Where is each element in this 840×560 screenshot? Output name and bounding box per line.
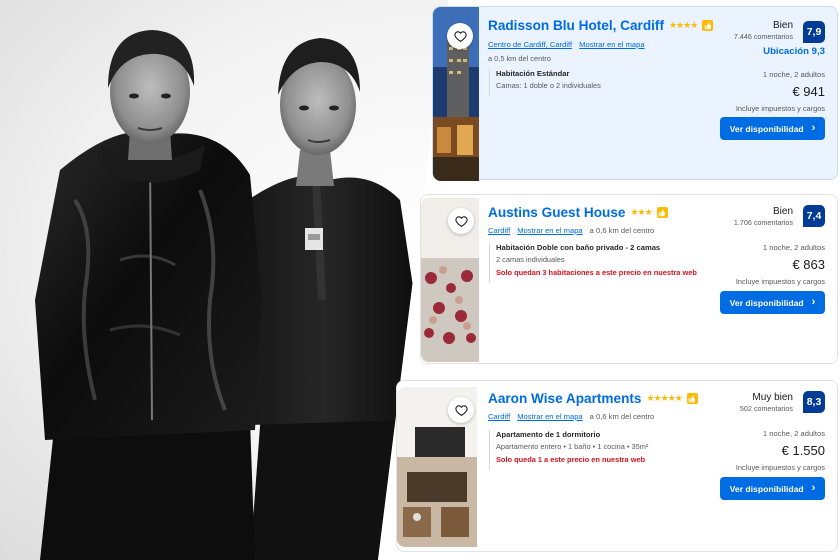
- review-summary[interactable]: Bien 1.706 comentarios: [734, 206, 793, 227]
- show-on-map-link[interactable]: Mostrar en el mapa: [517, 226, 582, 235]
- listing-card[interactable]: Radisson Blu Hotel, Cardiff ★★★★ Centro …: [432, 6, 838, 181]
- hotel-name-link[interactable]: Austins Guest House: [488, 205, 625, 220]
- room-block: Apartamento de 1 dormitorio Apartamento …: [489, 430, 648, 470]
- location-row: Cardiff Mostrar en el mapa a 0,6 km del …: [488, 412, 654, 421]
- price-block: 1 noche, 2 adultos € 941 Incluye impuest…: [736, 70, 825, 113]
- nights-guests: 1 noche, 2 adultos: [762, 243, 825, 252]
- favorite-button[interactable]: [447, 23, 473, 49]
- star-rating: ★★★★★: [646, 393, 682, 403]
- area-link[interactable]: Cardiff: [488, 412, 510, 421]
- heart-outline-icon: [453, 30, 467, 42]
- review-score-badge[interactable]: 7,9: [803, 21, 825, 43]
- review-count: 502 comentarios: [739, 404, 793, 413]
- star-rating: ★★★: [630, 207, 652, 217]
- price-block: 1 noche, 2 adultos € 1.550 Incluye impue…: [736, 429, 825, 472]
- review-word: Muy bien: [752, 392, 793, 403]
- hotel-photo[interactable]: [433, 7, 479, 181]
- area-link[interactable]: Centro de Cardiff, Cardiff: [488, 40, 572, 49]
- listing-card[interactable]: Austins Guest House ★★★ Cardiff Mostrar …: [420, 194, 838, 364]
- area-link[interactable]: Cardiff: [488, 226, 510, 235]
- room-beds: Camas: 1 doble o 2 individuales: [496, 81, 601, 90]
- scarcity-warning: Solo queda 1 a este precio en nuestra we…: [496, 455, 646, 464]
- review-word: Bien: [772, 20, 793, 31]
- favorite-button[interactable]: [448, 208, 474, 234]
- title-row: Radisson Blu Hotel, Cardiff ★★★★: [488, 18, 714, 33]
- thumbs-up-icon: [656, 207, 668, 218]
- review-score-badge[interactable]: 8,3: [803, 391, 825, 413]
- cta-label: Ver disponibilidad: [729, 297, 804, 308]
- see-availability-button[interactable]: Ver disponibilidad ›: [720, 477, 825, 500]
- heart-outline-icon: [454, 404, 468, 416]
- heart-outline-icon: [454, 215, 468, 227]
- price: € 1.550: [781, 443, 825, 458]
- review-summary[interactable]: Bien 7.446 comentarios: [734, 20, 793, 41]
- cta-label: Ver disponibilidad: [729, 123, 804, 134]
- distance-text: a 0,6 km del centro: [589, 226, 655, 235]
- hotel-name-link[interactable]: Radisson Blu Hotel, Cardiff: [488, 18, 664, 33]
- show-on-map-link[interactable]: Mostrar en el mapa: [579, 40, 644, 49]
- title-row: Austins Guest House ★★★: [488, 205, 668, 220]
- review-count: 7.446 comentarios: [733, 32, 793, 41]
- chevron-right-icon: ›: [811, 122, 816, 134]
- review-summary[interactable]: Muy bien 502 comentarios: [740, 392, 793, 413]
- star-rating: ★★★★: [668, 20, 698, 30]
- scarcity-warning: Solo quedan 3 habitaciones a este precio…: [496, 268, 697, 277]
- cta-label: Ver disponibilidad: [729, 483, 804, 494]
- listing-card[interactable]: Aaron Wise Apartments ★★★★★ Cardiff Most…: [396, 380, 838, 552]
- hotel-name-link[interactable]: Aaron Wise Apartments: [488, 391, 641, 406]
- room-block: Habitación Doble con baño privado - 2 ca…: [489, 243, 697, 283]
- room-beds: Apartamento entero • 1 baño • 1 cocina •…: [496, 442, 649, 451]
- nights-guests: 1 noche, 2 adultos: [762, 429, 825, 438]
- see-availability-button[interactable]: Ver disponibilidad ›: [720, 291, 825, 314]
- room-name: Apartamento de 1 dormitorio: [496, 430, 601, 439]
- taxes-note: Incluye impuestos y cargos: [735, 277, 825, 286]
- hotel-photo[interactable]: [397, 387, 477, 547]
- room-block: Habitación Estándar Camas: 1 doble o 2 i…: [489, 69, 601, 97]
- review-word: Bien: [772, 206, 793, 217]
- chevron-right-icon: ›: [811, 296, 816, 308]
- room-beds: 2 camas individuales: [496, 255, 565, 264]
- hotel-photo[interactable]: [421, 198, 479, 362]
- location-row: Cardiff Mostrar en el mapa a 0,6 km del …: [488, 226, 654, 235]
- location-score: Ubicación 9,3: [763, 46, 825, 57]
- room-name: Habitación Estándar: [496, 69, 570, 78]
- review-score-badge[interactable]: 7,4: [803, 205, 825, 227]
- chevron-right-icon: ›: [811, 482, 816, 494]
- room-name: Habitación Doble con baño privado - 2 ca…: [496, 243, 661, 252]
- taxes-note: Incluye impuestos y cargos: [735, 104, 825, 113]
- price: € 941: [792, 84, 825, 99]
- favorite-button[interactable]: [448, 397, 474, 423]
- title-row: Aaron Wise Apartments ★★★★★: [488, 391, 698, 406]
- thumbs-up-icon: [702, 20, 714, 31]
- distance-text: a 0,6 km del centro: [589, 412, 655, 421]
- review-count: 1.706 comentarios: [733, 218, 793, 227]
- distance-text: a 0,5 km del centro: [488, 54, 551, 63]
- show-on-map-link[interactable]: Mostrar en el mapa: [517, 412, 582, 421]
- see-availability-button[interactable]: Ver disponibilidad ›: [720, 117, 825, 140]
- taxes-note: Incluye impuestos y cargos: [735, 463, 825, 472]
- thumbs-up-icon: [686, 393, 698, 404]
- location-row: Centro de Cardiff, Cardiff Mostrar en el…: [488, 40, 645, 49]
- price: € 863: [792, 257, 825, 272]
- nights-guests: 1 noche, 2 adultos: [762, 70, 825, 79]
- price-block: 1 noche, 2 adultos € 863 Incluye impuest…: [736, 243, 825, 286]
